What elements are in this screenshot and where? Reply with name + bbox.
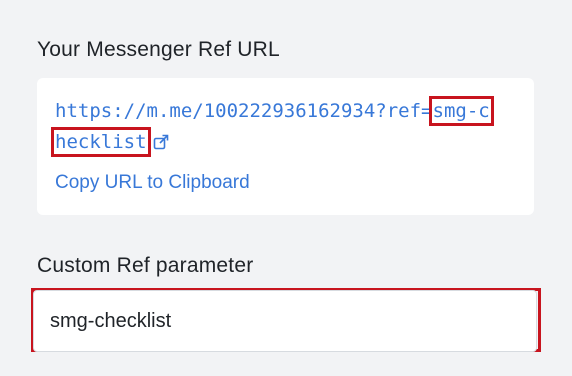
custom-ref-input[interactable] (33, 290, 537, 352)
custom-ref-label: Custom Ref parameter (37, 254, 254, 277)
ref-url-prefix: https://m.me/100222936162934?ref= (55, 100, 433, 122)
ref-url-link[interactable]: https://m.me/100222936162934?ref=smg-che… (51, 96, 495, 158)
ref-url-label: Your Messenger Ref URL (37, 38, 280, 61)
external-link-icon[interactable] (153, 129, 169, 150)
ref-url-card: https://m.me/100222936162934?ref=smg-che… (37, 78, 534, 215)
copy-url-button[interactable]: Copy URL to Clipboard (55, 172, 250, 194)
